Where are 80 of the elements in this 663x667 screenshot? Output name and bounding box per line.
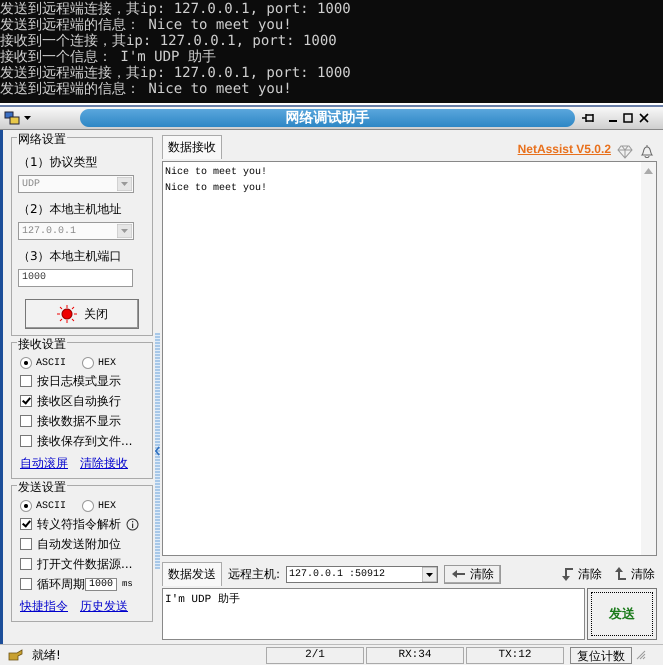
tab[interactable]: 数据接收 bbox=[162, 135, 222, 159]
radio-label: HEX bbox=[98, 500, 116, 512]
caret-icon bbox=[24, 116, 31, 120]
checkbox-label: 打开文件数据源... bbox=[37, 556, 132, 572]
unit-label: ms bbox=[122, 579, 133, 589]
counter-field: TX:12 bbox=[466, 646, 564, 664]
console-line: 发送到远程端的信息： Nice to meet you! bbox=[0, 17, 292, 33]
checkbox[interactable] bbox=[20, 415, 32, 427]
checkbox-label: 循环周期 bbox=[37, 576, 85, 592]
checkbox[interactable] bbox=[20, 435, 32, 447]
reset-count-button[interactable]: 复位计数 bbox=[570, 646, 632, 664]
radio-label: ASCII bbox=[36, 500, 66, 512]
scrollbar[interactable] bbox=[641, 162, 656, 555]
left-arrow-icon bbox=[451, 568, 466, 580]
remote-host-dropdown[interactable]: 127.0.0.1 :50912 bbox=[286, 566, 438, 582]
window-title: 网络调试助手 bbox=[80, 109, 575, 127]
tab[interactable]: 数据发送 bbox=[162, 562, 222, 586]
dropdown-arrow-icon bbox=[117, 177, 132, 191]
link[interactable]: 清除接收 bbox=[80, 455, 128, 472]
received-line: Nice to meet you! bbox=[165, 166, 268, 180]
checkbox[interactable] bbox=[20, 538, 32, 550]
input-field[interactable]: 1000 bbox=[85, 578, 118, 590]
status-text: 就绪! bbox=[32, 646, 61, 664]
console-line: 接收到一个连接，其ip: 127.0.0.1, port: 1000 bbox=[0, 33, 337, 49]
dropdown-arrow-icon bbox=[422, 566, 438, 582]
clear-button[interactable]: 清除 bbox=[610, 566, 657, 582]
group-title: 接收设置 bbox=[17, 336, 67, 353]
link[interactable]: 历史发送 bbox=[80, 598, 128, 615]
close-icon bbox=[639, 113, 649, 123]
checkbox[interactable] bbox=[20, 395, 32, 407]
console-line: 发送到远程端的信息： Nice to meet you! bbox=[0, 81, 292, 97]
diamond-icon bbox=[617, 145, 633, 159]
link[interactable]: 快捷指令 bbox=[20, 598, 68, 615]
checkbox[interactable] bbox=[20, 558, 32, 570]
link[interactable]: 自动滚屏 bbox=[20, 455, 68, 472]
receive-area[interactable]: Nice to meet you! Nice to meet you! bbox=[162, 161, 657, 556]
counter-field: 2/1 bbox=[266, 646, 364, 664]
counter-field: RX:34 bbox=[366, 646, 464, 664]
checkbox[interactable] bbox=[20, 578, 32, 590]
indicator-light-icon bbox=[56, 305, 78, 323]
dropdown-arrow-icon bbox=[117, 224, 132, 238]
clear-button[interactable]: 清除 bbox=[444, 564, 502, 584]
field-label: （2）本地主机地址 bbox=[18, 201, 123, 218]
received-line: Nice to meet you! bbox=[165, 182, 268, 196]
radio-label: ASCII bbox=[36, 358, 66, 368]
console-line: 发送到远程端连接，其ip: 127.0.0.1, port: 1000 bbox=[0, 65, 351, 81]
radio-button[interactable] bbox=[20, 357, 32, 369]
input-field[interactable]: 1000 bbox=[18, 269, 133, 287]
down-arrow-icon bbox=[559, 566, 574, 582]
computer-icon bbox=[4, 111, 20, 125]
checkbox-label: 接收保存到文件... bbox=[37, 432, 132, 450]
maximize-icon bbox=[623, 113, 633, 123]
checkbox-label: 按日志模式显示 bbox=[37, 372, 121, 390]
clear-button[interactable]: 清除 bbox=[557, 566, 604, 582]
console-line: 接收到一个信息： I'm UDP 助手 bbox=[0, 49, 216, 65]
bell-icon bbox=[639, 143, 655, 159]
radio-label: HEX bbox=[98, 358, 116, 368]
minimize-icon bbox=[609, 120, 617, 122]
scroll-up-icon bbox=[644, 168, 653, 174]
field-label: （3）本地主机端口 bbox=[18, 248, 123, 265]
resize-grip-icon bbox=[636, 650, 646, 660]
radio-button[interactable] bbox=[82, 357, 94, 369]
close-connection-button[interactable]: 关闭 bbox=[25, 299, 139, 329]
checkbox-label: 接收数据不显示 bbox=[37, 412, 121, 430]
info-icon bbox=[126, 518, 139, 530]
up-arrow-icon bbox=[612, 566, 627, 582]
radio-button[interactable] bbox=[20, 500, 32, 512]
send-input[interactable]: I'm UDP 助手 bbox=[162, 588, 585, 640]
splitter-handle[interactable] bbox=[155, 333, 160, 569]
console-line: 发送到远程端连接，其ip: 127.0.0.1, port: 1000 bbox=[0, 1, 351, 17]
checkbox-label: 转义符指令解析 bbox=[37, 516, 121, 532]
checkbox[interactable] bbox=[20, 518, 32, 530]
radio-button[interactable] bbox=[82, 500, 94, 512]
checkbox[interactable] bbox=[20, 375, 32, 387]
field-label: （1）协议类型 bbox=[18, 154, 99, 171]
checkbox-label: 接收区自动换行 bbox=[37, 392, 121, 410]
remote-host-label: 远程主机: bbox=[228, 566, 280, 582]
checkbox-label: 自动发送附加位 bbox=[37, 536, 121, 552]
send-button[interactable]: 发送 bbox=[587, 588, 657, 640]
pin-icon bbox=[581, 112, 595, 124]
